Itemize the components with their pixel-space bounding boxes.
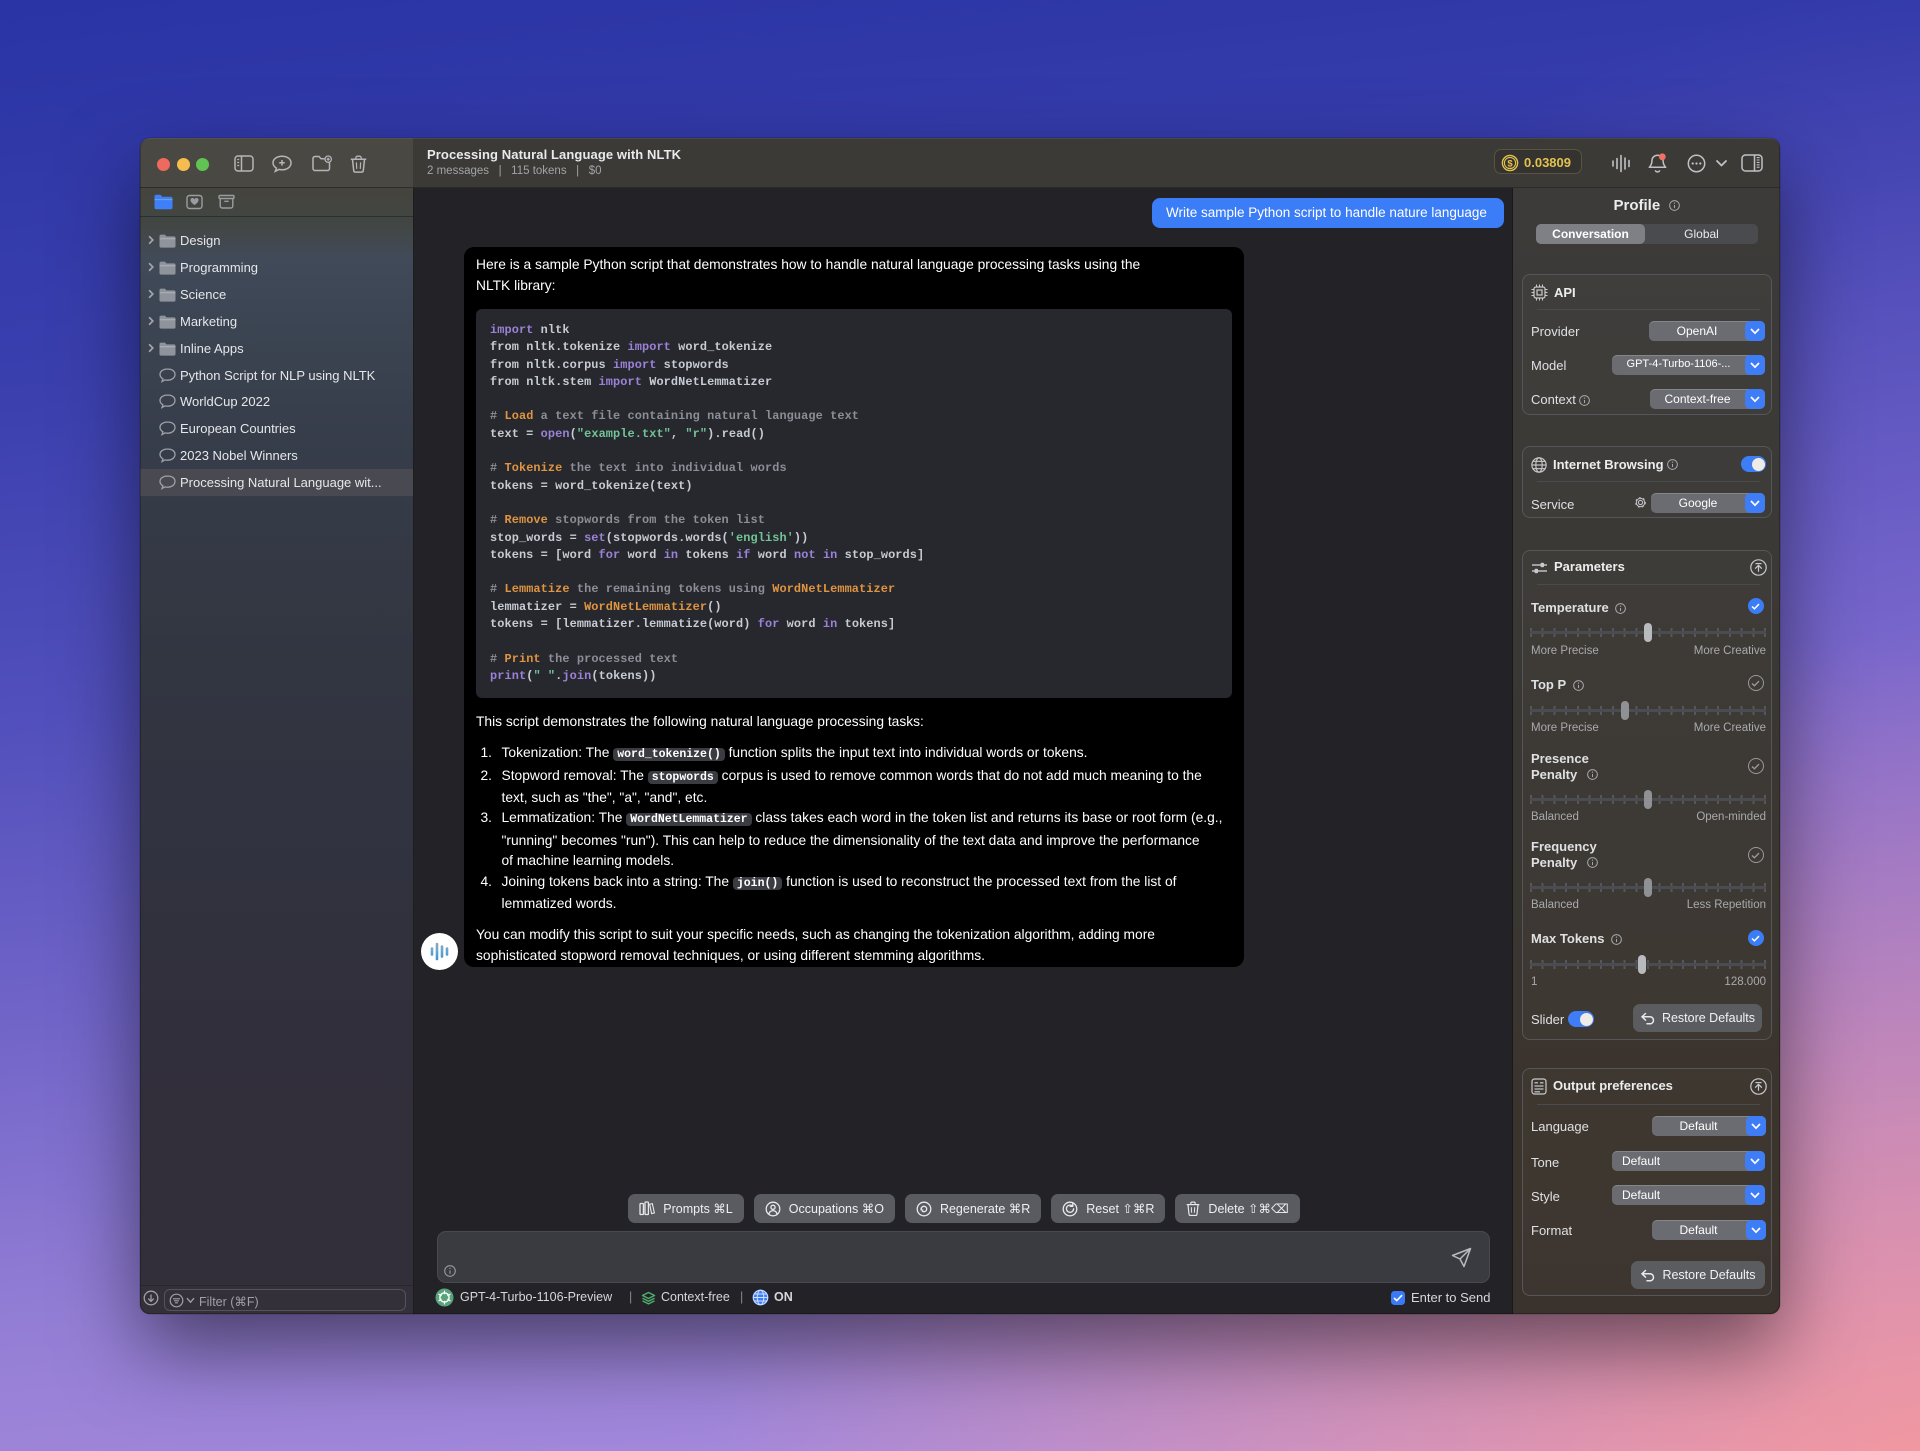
svg-text:$: $ [1507, 158, 1513, 169]
